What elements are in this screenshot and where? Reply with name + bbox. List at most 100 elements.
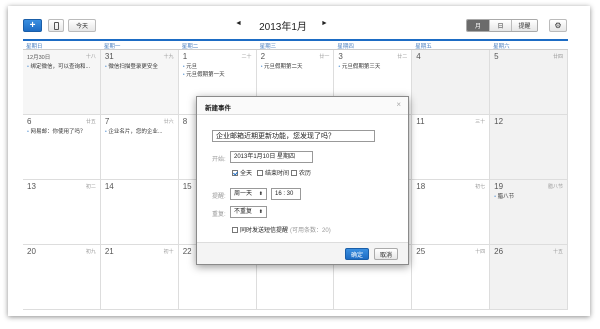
add-event-button[interactable]: + xyxy=(23,19,42,32)
select-arrow-icon: ⬍ xyxy=(258,191,263,197)
lunar-date: 廿一 xyxy=(319,54,330,60)
day-number: 21 xyxy=(104,247,114,256)
lunar-date: 十九 xyxy=(163,54,174,60)
day-cell[interactable]: 20 初九 xyxy=(23,245,101,310)
cancel-button[interactable]: 取消 xyxy=(374,248,398,260)
end-time-checkbox[interactable]: 结束时间 xyxy=(257,168,289,177)
close-icon[interactable]: × xyxy=(396,100,401,109)
calendar-event[interactable]: 腊八节 xyxy=(494,192,564,200)
dialog-header: 新建事件 × xyxy=(197,97,408,115)
day-cell[interactable]: 14 xyxy=(100,180,179,245)
day-number: 26 xyxy=(494,247,504,256)
calendar-event[interactable]: 企业名片，您的企业... xyxy=(105,127,175,135)
day-number: 31 xyxy=(104,52,114,61)
weekday-label: 星期一 xyxy=(103,44,121,50)
view-tabs: 月 日 提醒 xyxy=(466,19,538,32)
day-number: 14 xyxy=(104,182,114,191)
calendar-event[interactable]: 元旦 xyxy=(183,62,253,70)
day-cell[interactable]: 12月30日 十八绑定微信，可以查询和... xyxy=(23,50,101,115)
calendar-event[interactable]: 网易邮：你使用了吗？ xyxy=(27,127,97,135)
lunar-date: 初十 xyxy=(163,249,174,255)
day-number: 8 xyxy=(182,117,188,126)
weekday-label: 星期三 xyxy=(259,44,277,50)
day-cell[interactable]: 11 三十 xyxy=(412,115,491,180)
day-number: 15 xyxy=(182,182,192,191)
day-cell[interactable]: 13 初二 xyxy=(23,180,101,245)
day-number: 13 xyxy=(27,182,36,191)
day-number: 12 xyxy=(494,117,504,126)
day-number: 7 xyxy=(104,117,110,126)
lunar-date: 廿六 xyxy=(163,119,174,125)
day-cell[interactable]: 7 廿六企业名片，您的企业... xyxy=(100,115,179,180)
lunar-label: 农历 xyxy=(299,171,312,177)
prev-month-button[interactable]: ◄ xyxy=(235,20,242,27)
day-cell[interactable]: 26 十五 xyxy=(490,245,568,310)
calendar-event[interactable]: 微信扫描登录更安全 xyxy=(105,62,175,70)
lunar-checkbox[interactable]: 农历 xyxy=(291,168,311,177)
calendar-event[interactable]: 元旦假期第三天 xyxy=(338,62,408,70)
day-number: 3 xyxy=(338,52,343,61)
day-number: 25 xyxy=(416,247,426,256)
today-button[interactable]: 今天 xyxy=(68,19,96,32)
day-cell[interactable]: 25 十四 xyxy=(412,245,491,310)
reminder-label: 提醒: xyxy=(212,194,226,200)
lunar-date: 初二 xyxy=(85,184,96,190)
day-cell[interactable]: 19腊八节腊八节 xyxy=(490,180,568,245)
lunar-date: 廿五 xyxy=(85,119,96,125)
day-number: 1 xyxy=(182,52,188,61)
end-time-label: 结束时间 xyxy=(265,171,290,177)
day-cell[interactable]: 12 xyxy=(490,115,568,180)
dialog-title: 新建事件 xyxy=(205,105,231,112)
reminder-day-value: 周一天 xyxy=(234,191,253,197)
day-number: 5 xyxy=(494,52,499,61)
tab-reminder[interactable]: 提醒 xyxy=(511,20,537,31)
day-cell[interactable]: 21 初十 xyxy=(100,245,179,310)
sms-hint: (可用条数：20) xyxy=(290,228,331,234)
calendar-event[interactable]: 绑定微信，可以查询和... xyxy=(27,62,97,70)
day-cell[interactable]: 31 十九微信扫描登录更安全 xyxy=(100,50,179,115)
sms-checkbox[interactable]: 同时发送短信提醒 (可用条数：20) xyxy=(232,225,331,234)
weekday-label: 星期四 xyxy=(337,44,354,50)
repeat-select[interactable]: 不重复 ⬍ xyxy=(230,206,267,218)
tab-day[interactable]: 日 xyxy=(489,20,511,31)
tab-month[interactable]: 月 xyxy=(467,20,489,31)
next-month-button[interactable]: ► xyxy=(321,20,328,27)
weekday-label: 星期六 xyxy=(493,44,510,50)
allday-checkbox[interactable]: 全天 xyxy=(232,168,252,177)
calendar-event[interactable]: 元旦假期第二天 xyxy=(261,62,331,70)
day-cell[interactable]: 18 初七 xyxy=(412,180,491,245)
end-time-check-icon xyxy=(257,169,263,176)
lunar-date: 初七 xyxy=(475,184,486,190)
lunar-date: 廿二 xyxy=(397,54,408,60)
lunar-date: 廿四 xyxy=(552,54,563,60)
start-date-field[interactable]: 2013年1月10日 星期四 xyxy=(230,151,313,163)
lunar-date: 十五 xyxy=(552,249,563,255)
start-label: 开始: xyxy=(212,157,226,163)
day-number: 2 xyxy=(260,52,266,61)
reminder-time-field[interactable]: 16 : 30 xyxy=(271,188,301,200)
calendar-window: + 今天 ◄ 2013年1月 ► 月 日 提醒 ⚙ 星期日 星期一 星期二 星期三 星期… xyxy=(8,6,590,316)
new-event-dialog: 新建事件 × 企业邮箱近期更新功能，您发现了吗？ 开始: 2013年1月10日 … xyxy=(196,96,409,265)
reminder-day-select[interactable]: 周一天 ⬍ xyxy=(230,188,267,200)
day-number: 18 xyxy=(416,182,426,191)
settings-button[interactable]: ⚙ xyxy=(549,19,567,32)
toolbar: + 今天 ◄ 2013年1月 ► 月 日 提醒 ⚙ xyxy=(8,6,590,36)
event-title-input[interactable]: 企业邮箱近期更新功能，您发现了吗？ xyxy=(212,130,375,142)
mobile-button[interactable] xyxy=(48,19,64,32)
day-number: 12月30日 xyxy=(27,55,51,61)
day-cell[interactable]: 6 廿五网易邮：你使用了吗？ xyxy=(23,115,101,180)
mobile-phone-icon xyxy=(53,21,59,30)
lunar-date: 腊八节 xyxy=(547,184,563,190)
weekday-label: 星期二 xyxy=(181,44,199,50)
lunar-date: 十四 xyxy=(475,249,486,255)
sms-check-icon xyxy=(232,226,238,233)
allday-label: 全天 xyxy=(240,171,253,177)
calendar-event[interactable]: 元旦假期第一天 xyxy=(183,70,253,78)
day-cell[interactable]: 5 廿四 xyxy=(490,50,568,115)
day-cell[interactable]: 4 xyxy=(412,50,491,115)
allday-check-icon xyxy=(232,169,238,176)
confirm-button[interactable]: 确定 xyxy=(345,248,369,260)
dialog-footer: 确定 取消 xyxy=(197,242,408,264)
day-number: 6 xyxy=(27,117,32,126)
day-number: 4 xyxy=(416,52,421,61)
